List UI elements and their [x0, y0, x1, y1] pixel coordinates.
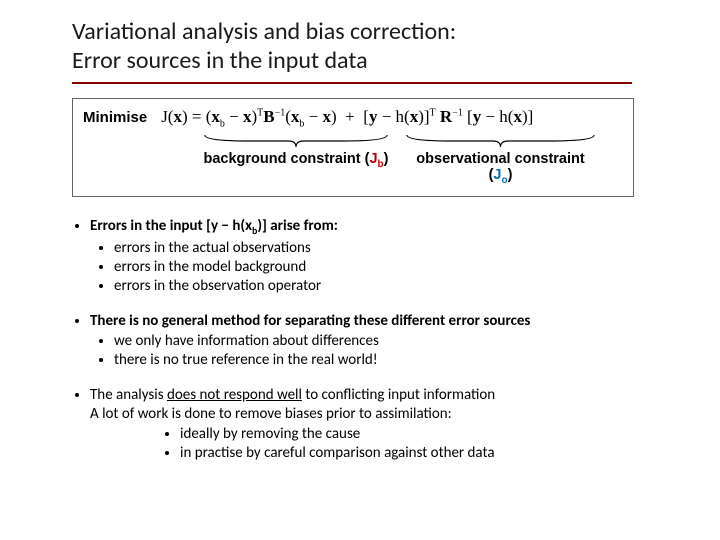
body-content: Errors in the input [y − h(xb)] arise fr…: [72, 217, 680, 463]
list-item: ideally by removing the cause: [180, 425, 680, 444]
b2-lead: There is no general method for separatin…: [90, 312, 530, 330]
bullet-group-3: The analysis does not respond well to co…: [72, 386, 680, 463]
bullet-group-1: Errors in the input [y − h(xb)] arise fr…: [72, 217, 680, 296]
b3-line1-b: to conflicting input information: [302, 386, 495, 404]
b3-line1-under: does not respond well: [167, 386, 302, 404]
list-item: errors in the observation operator: [114, 277, 680, 296]
b1-lead-b: )] arise from:: [257, 217, 338, 235]
list-item: There is no general method for separatin…: [90, 312, 680, 370]
cost-function-equation: J(x) = (xb − x)TB−1(xb − x) + [y − h(x)]…: [161, 107, 533, 129]
brace-icon: [201, 133, 391, 149]
list-item: Errors in the input [y − h(xb)] arise fr…: [90, 217, 680, 296]
bullet-group-2: There is no general method for separatin…: [72, 312, 680, 370]
bg-j: J: [369, 151, 377, 167]
observational-constraint-label: observational constraint (Jo): [403, 151, 598, 186]
list-item: we only have information about differenc…: [114, 332, 680, 351]
title-rule: [72, 82, 632, 84]
equation-row: Minimise J(x) = (xb − x)TB−1(xb − x) + […: [83, 107, 623, 129]
list-item: errors in the model background: [114, 258, 680, 277]
b3-line1-a: The analysis: [90, 386, 167, 404]
obs-label-close: ): [508, 167, 513, 183]
brace-icon: [403, 133, 598, 149]
bg-label-text: background constraint (: [204, 151, 370, 167]
equation-box: Minimise J(x) = (xb − x)TB−1(xb − x) + […: [72, 98, 634, 197]
minimise-label: Minimise: [83, 109, 147, 126]
sub-list: errors in the actual observations errors…: [90, 239, 680, 295]
bg-label-close: ): [384, 151, 389, 167]
list-item: there is no true reference in the real w…: [114, 351, 680, 370]
b1-lead-a: Errors in the input [y − h(x: [90, 217, 252, 235]
title-line-2: Error sources in the input data: [72, 46, 368, 75]
slide-title: Variational analysis and bias correction…: [72, 18, 680, 76]
observational-brace: observational constraint (Jo): [403, 133, 598, 186]
background-brace: background constraint (Jb): [201, 133, 391, 186]
title-line-1: Variational analysis and bias correction…: [72, 17, 456, 46]
background-constraint-label: background constraint (Jb): [204, 151, 389, 170]
sub-list: we only have information about differenc…: [90, 332, 680, 370]
list-item: in practise by careful comparison agains…: [180, 444, 680, 463]
b1-lead: Errors in the input [y − h(xb)] arise fr…: [90, 217, 338, 235]
list-item: The analysis does not respond well to co…: [90, 386, 680, 463]
b3-line1: The analysis does not respond well to co…: [90, 386, 495, 404]
slide: Variational analysis and bias correction…: [0, 0, 720, 540]
list-item: errors in the actual observations: [114, 239, 680, 258]
brace-row: background constraint (Jb) observational…: [83, 133, 623, 186]
b3-line2: A lot of work is done to remove biases p…: [90, 405, 452, 423]
sub-list: ideally by removing the cause in practis…: [90, 425, 680, 463]
